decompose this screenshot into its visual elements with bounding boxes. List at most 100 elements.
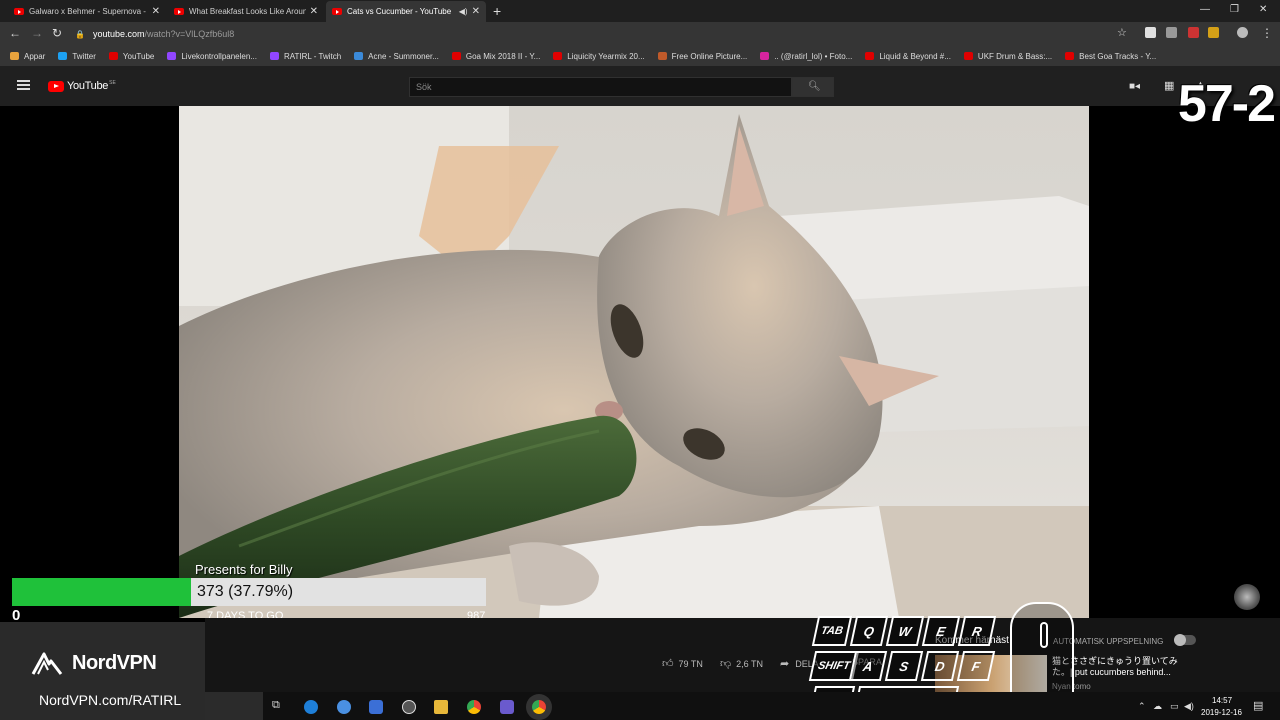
- youtube-favicon-icon: [332, 8, 342, 15]
- bookmark-item[interactable]: Free Online Picture...: [657, 52, 747, 61]
- twitch-icon: [167, 52, 177, 60]
- hamburger-menu-icon[interactable]: [17, 80, 30, 90]
- bookmark-item[interactable]: RATIRL - Twitch: [269, 51, 342, 61]
- bookmark-item[interactable]: Best Goa Tracks - Y...: [1065, 52, 1156, 61]
- bookmark-label: UKF Drum & Bass:...: [977, 51, 1053, 61]
- bookmark-label: Best Goa Tracks - Y...: [1079, 51, 1157, 61]
- chrome-icon[interactable]: [532, 700, 546, 714]
- bookmark-item[interactable]: UKF Drum & Bass:...: [963, 51, 1053, 61]
- channel-avatar[interactable]: [1234, 584, 1260, 610]
- chevron-up-icon[interactable]: ⌃: [1138, 701, 1146, 712]
- bookmark-star-icon[interactable]: ☆: [1117, 26, 1127, 39]
- dislike-button[interactable]: 👎︎ 2,6 TN: [720, 657, 763, 670]
- bookmarks-bar: Appar Twitter YouTube Livekontrollpanelen..…: [0, 46, 1280, 66]
- key-q: Q: [849, 616, 889, 646]
- steam-icon[interactable]: [402, 700, 416, 714]
- nordvpn-mountain-icon: [31, 652, 63, 675]
- share-icon: ➦: [780, 658, 790, 670]
- browser-tab[interactable]: Galwaro x Behmer - Supernova - ✕: [8, 1, 166, 22]
- reload-button[interactable]: ↻: [52, 26, 62, 40]
- like-button[interactable]: 👍︎ 79 TN: [662, 657, 703, 670]
- window-close-button[interactable]: ✕: [1259, 4, 1267, 15]
- bookmark-label: Livekontrollpanelen...: [181, 51, 257, 61]
- task-view-icon[interactable]: ⧉: [272, 699, 280, 712]
- app-icon[interactable]: [500, 700, 514, 714]
- bookmark-label: Appar: [24, 51, 46, 61]
- bookmark-label: YouTube: [122, 51, 155, 61]
- clock-date[interactable]: 2019-12-16: [1201, 708, 1242, 717]
- bookmark-item[interactable]: Liquicity Yearmix 20...: [553, 52, 645, 61]
- restore-button[interactable]: ❐: [1230, 4, 1239, 15]
- apps-grid-icon: [10, 52, 19, 60]
- thumbs-up-icon: 👍︎: [662, 658, 674, 670]
- youtube-icon: [865, 52, 875, 60]
- bookmark-item[interactable]: Acne - Summoner...: [354, 52, 439, 61]
- apps-grid-icon[interactable]: ▦: [1164, 79, 1174, 92]
- browser-toolbar: ← → ↻ 🔒 youtube.com/watch?v=VlLQzfb6ul8 …: [0, 22, 1280, 46]
- notification-center-icon[interactable]: ▤: [1253, 699, 1263, 712]
- bookmark-item[interactable]: Appar: [10, 52, 45, 61]
- bookmark-item[interactable]: Liquid & Beyond #...: [865, 52, 951, 61]
- profile-avatar[interactable]: [1237, 27, 1248, 38]
- new-tab-button[interactable]: +: [493, 3, 501, 19]
- extension-icon[interactable]: [1145, 27, 1156, 38]
- lock-icon[interactable]: 🔒: [75, 30, 85, 39]
- youtube-favicon-icon: [14, 8, 24, 15]
- bookmark-label: .. (@ratirl_lol) • Foto...: [774, 51, 853, 61]
- app-icon[interactable]: [369, 700, 383, 714]
- mouse-wheel: [1040, 622, 1048, 648]
- youtube-favicon-icon: [174, 8, 184, 15]
- search-input[interactable]: Sök: [409, 77, 792, 97]
- chrome-icon[interactable]: [467, 700, 481, 714]
- video-player[interactable]: [179, 106, 1089, 618]
- close-icon[interactable]: ✕: [310, 6, 318, 17]
- taskbar-search-box[interactable]: [205, 692, 263, 720]
- key-f: F: [956, 651, 996, 681]
- file-explorer-icon[interactable]: [434, 700, 448, 714]
- instagram-icon: [760, 52, 770, 60]
- goal-value: 373 (37.79%): [197, 583, 294, 600]
- cloud-icon[interactable]: ☁: [1153, 701, 1162, 712]
- like-count: 79 TN: [678, 658, 703, 669]
- extension-icon[interactable]: [1166, 27, 1177, 38]
- url-host: youtube.com: [92, 29, 145, 39]
- app-icon[interactable]: [337, 700, 351, 714]
- youtube-logo[interactable]: YouTube SE: [48, 80, 116, 92]
- youtube-icon: [553, 52, 563, 60]
- logo-text: YouTube: [67, 80, 109, 92]
- key-s: S: [884, 651, 924, 681]
- bookmark-item[interactable]: Goa Mix 2018 II - Y...: [451, 51, 541, 61]
- bookmark-label: Goa Mix 2018 II - Y...: [465, 51, 541, 61]
- volume-icon[interactable]: ◀): [1184, 701, 1194, 712]
- back-button[interactable]: ←: [9, 26, 21, 40]
- autoplay-toggle[interactable]: [1174, 634, 1196, 646]
- search-button[interactable]: 🔍︎: [792, 77, 834, 97]
- key-d: D: [920, 651, 960, 681]
- browser-tab-active[interactable]: Cats vs Cucumber - YouTube ◀) ✕: [326, 1, 486, 22]
- close-icon[interactable]: ✕: [152, 6, 160, 17]
- extension-icon[interactable]: [1188, 27, 1199, 38]
- bookmark-item[interactable]: .. (@ratirl_lol) • Foto...: [760, 52, 852, 61]
- app-icon[interactable]: [304, 700, 318, 714]
- minimize-button[interactable]: —: [1200, 4, 1210, 15]
- address-bar[interactable]: 🔒 youtube.com/watch?v=VlLQzfb6ul8: [75, 25, 1135, 43]
- youtube-icon: [963, 52, 973, 60]
- speaker-icon[interactable]: ◀): [459, 7, 468, 16]
- search-icon: 🔍︎: [808, 81, 821, 92]
- youtube-header: YouTube SE Sök 🔍︎ ■◂ ▦ ▲: [0, 66, 1280, 106]
- forward-button[interactable]: →: [31, 26, 43, 40]
- clock-time[interactable]: 14:57: [1212, 696, 1232, 705]
- create-video-icon[interactable]: ■◂: [1129, 81, 1140, 92]
- goal-progress-fill: [12, 578, 192, 606]
- bookmark-item[interactable]: YouTube: [108, 51, 155, 61]
- close-icon[interactable]: ✕: [472, 6, 480, 17]
- bookmark-item[interactable]: Livekontrollpanelen...: [167, 52, 257, 61]
- bookmark-label: Twitter: [72, 51, 96, 61]
- browser-tab[interactable]: What Breakfast Looks Like Aroun ✕: [168, 1, 324, 22]
- twitter-icon: [58, 52, 68, 60]
- network-icon[interactable]: ▭: [1170, 701, 1179, 712]
- bookmark-item[interactable]: Twitter: [58, 52, 96, 61]
- bookmark-label: RATIRL - Twitch: [283, 51, 342, 61]
- menu-kebab-icon[interactable]: ⋮: [1261, 26, 1273, 40]
- extension-icon[interactable]: [1208, 27, 1219, 38]
